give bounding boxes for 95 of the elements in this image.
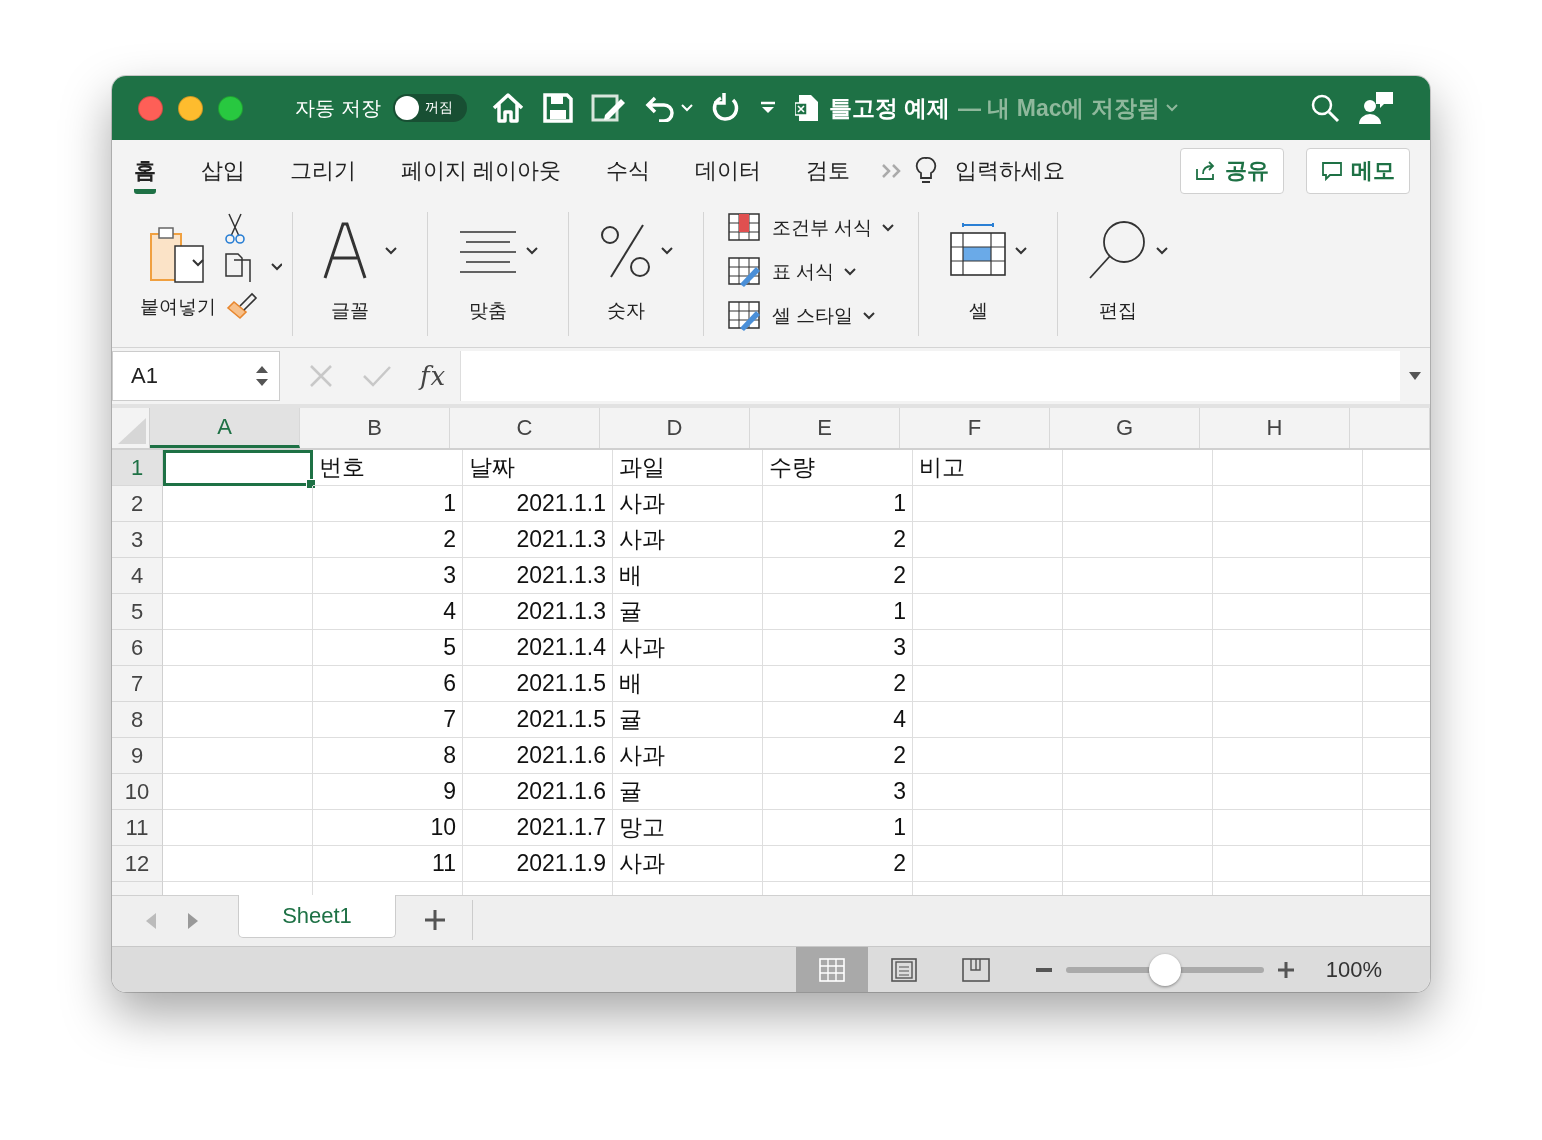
insert-function-button[interactable]: fx [420,361,447,391]
table-cell[interactable]: 수량 [763,450,913,486]
ribbon-tab[interactable]: 삽입 [201,148,245,194]
column-header[interactable]: E [750,408,900,448]
column-header[interactable]: G [1050,408,1200,448]
cells-label[interactable]: 셀 [968,298,988,324]
table-cell[interactable]: 3 [763,774,913,810]
row-header[interactable]: 5 [112,594,163,630]
table-cell[interactable]: 7 [313,702,463,738]
table-cell[interactable]: 2021.1.3 [463,594,613,630]
row-header[interactable]: 7 [112,666,163,702]
table-cell[interactable]: 2021.1.3 [463,558,613,594]
table-cell[interactable]: 2021.1.6 [463,738,613,774]
table-cell[interactable]: 사과 [613,630,763,666]
table-cell[interactable]: 4 [313,594,463,630]
row-header[interactable]: 6 [112,630,163,666]
row-header[interactable]: 1 [112,450,163,486]
table-cell[interactable]: 2 [763,846,913,882]
table-cell[interactable]: 9 [313,774,463,810]
table-cell[interactable]: 배 [613,666,763,702]
row-header[interactable]: 2 [112,486,163,522]
ribbon-tab[interactable]: 데이터 [695,148,762,194]
table-cell[interactable]: 2 [763,738,913,774]
window-title: 틀고정 예제 [828,93,950,123]
table-cell[interactable]: 2021.1.4 [463,630,613,666]
table-cell[interactable]: 사과 [613,486,763,522]
column-header[interactable]: H [1200,408,1350,448]
ribbon-tab[interactable]: 수식 [606,148,651,194]
row-header[interactable]: 3 [112,522,163,558]
table-cell[interactable]: 사과 [613,846,763,882]
column-header[interactable]: D [600,408,750,448]
share-button[interactable]: 공유 [1180,148,1284,194]
table-cell[interactable]: 날짜 [463,450,613,486]
autosave-toggle[interactable]: 꺼짐 [392,94,467,122]
table-cell[interactable]: 귤 [613,594,763,630]
table-cell[interactable]: 1 [313,486,463,522]
table-cell[interactable]: 5 [313,630,463,666]
ribbon-tab[interactable]: 페이지 레이아웃 [401,148,562,194]
row-header[interactable]: 12 [112,846,163,882]
column-header[interactable]: B [300,408,450,448]
table-cell[interactable]: 비고 [913,450,1063,486]
styles-menu-item[interactable]: 셀 스타일 [772,303,854,329]
comments-button[interactable]: 메모 [1306,148,1410,194]
table-cell[interactable]: 1 [763,810,913,846]
table-cell[interactable]: 2 [763,666,913,702]
sheet-tab[interactable]: Sheet1 [238,895,396,938]
autosave-label: 자동 저장 [295,95,381,121]
column-header[interactable]: C [450,408,600,448]
font-label[interactable]: 글꼴 [331,298,369,324]
table-cell[interactable]: 8 [313,738,463,774]
alignment-label[interactable]: 맞춤 [469,298,507,324]
table-cell[interactable]: 4 [763,702,913,738]
row-header[interactable]: 8 [112,702,163,738]
number-label[interactable]: 숫자 [607,298,645,324]
column-header[interactable]: F [900,408,1050,448]
table-cell[interactable]: 번호 [313,450,463,486]
table-cell[interactable]: 사과 [613,522,763,558]
column-header[interactable]: A [150,408,300,448]
table-cell[interactable]: 11 [313,846,463,882]
name-box[interactable]: A1 [112,351,280,401]
table-cell[interactable]: 2021.1.5 [463,702,613,738]
table-cell[interactable]: 귤 [613,774,763,810]
table-cell[interactable]: 1 [763,594,913,630]
table-cell[interactable]: 2021.1.1 [463,486,613,522]
paste-label[interactable]: 붙여넣기 [140,294,216,320]
table-cell[interactable]: 2 [313,522,463,558]
ribbon-tab[interactable]: 홈 [134,148,156,194]
row-header[interactable]: 9 [112,738,163,774]
table-cell[interactable]: 배 [613,558,763,594]
table-cell[interactable]: 2021.1.7 [463,810,613,846]
row-header[interactable]: 10 [112,774,163,810]
table-cell[interactable]: 10 [313,810,463,846]
table-cell[interactable]: 3 [313,558,463,594]
ribbon-tab[interactable]: 그리기 [290,148,356,194]
zoom-level[interactable]: 100% [1325,956,1382,983]
table-cell[interactable]: 2 [763,558,913,594]
table-cell[interactable]: 과일 [613,450,763,486]
table-cell[interactable]: 망고 [613,810,763,846]
table-cell[interactable]: 귤 [613,702,763,738]
table-cell[interactable]: 2021.1.5 [463,666,613,702]
table-cell[interactable]: 2021.1.9 [463,846,613,882]
editing-label[interactable]: 편집 [1099,298,1138,324]
table-cell[interactable]: 6 [313,666,463,702]
tell-me-field[interactable]: 입력하세요 [955,156,1066,186]
table-cell[interactable]: 1 [763,486,913,522]
table-cell[interactable]: 사과 [613,738,763,774]
table-cell[interactable]: 2021.1.6 [463,774,613,810]
ribbon-tab[interactable]: 검토 [806,148,851,194]
table-cell[interactable]: 3 [763,630,913,666]
table-cell[interactable]: 2021.1.3 [463,522,613,558]
row-header[interactable]: 4 [112,558,163,594]
table-cell[interactable]: 2 [763,522,913,558]
styles-menu-item[interactable]: 표 서식 [772,259,835,285]
row-header[interactable]: 11 [112,810,163,846]
styles-menu-item[interactable]: 조건부 서식 [772,215,873,241]
